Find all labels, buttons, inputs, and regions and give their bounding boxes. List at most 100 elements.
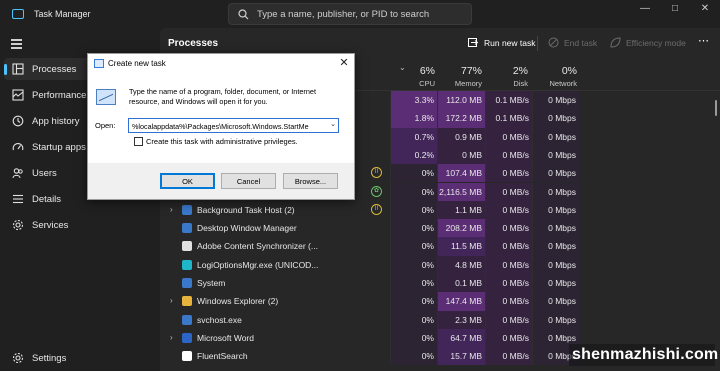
history-clock-icon xyxy=(12,115,24,127)
memory-cell: 0.9 MB xyxy=(437,127,485,146)
disk-cell: 0 MB/s xyxy=(485,347,532,366)
column-network[interactable]: 0% Network xyxy=(532,65,577,91)
expand-chevron-icon[interactable]: › xyxy=(170,333,173,342)
network-cell: 0 Mbps xyxy=(532,237,579,256)
process-icon xyxy=(182,241,192,252)
chevron-down-icon[interactable]: ⌄ xyxy=(330,120,336,128)
disk-cell: 0 MB/s xyxy=(485,237,532,256)
network-cell: 0 Mbps xyxy=(532,255,579,274)
network-cell: 0 Mbps xyxy=(532,310,579,329)
cpu-cell: 0% xyxy=(390,255,437,274)
process-icon xyxy=(182,314,192,325)
cpu-cell: 0% xyxy=(390,237,437,256)
disk-total: 2% xyxy=(512,65,528,77)
open-input[interactable] xyxy=(132,121,324,131)
process-icon xyxy=(182,351,192,362)
memory-header: Memory xyxy=(454,79,482,88)
process-icon xyxy=(182,223,192,234)
process-name: Windows Explorer (2) xyxy=(197,296,279,307)
maximize-button[interactable]: □ xyxy=(660,0,690,24)
table-row[interactable]: › Background Task Host (2) II 0% 1.1 MB 0 MB/… xyxy=(160,200,720,220)
process-icon xyxy=(182,296,192,307)
column-cpu[interactable]: 6% CPU xyxy=(390,65,435,91)
memory-cell: 172.2 MB xyxy=(437,109,485,128)
dialog-title-bar: Create new task ✕ xyxy=(88,54,354,74)
table-row[interactable]: Desktop Window Manager 0% 208.2 MB 0 MB/s 0 … xyxy=(160,219,720,238)
scrollbar-thumb[interactable] xyxy=(715,100,717,116)
suspended-status-icon: II xyxy=(371,167,382,179)
open-combobox[interactable]: ⌄ xyxy=(128,118,339,133)
dialog-title: Create new task xyxy=(108,59,166,68)
users-icon xyxy=(12,168,23,179)
memory-total: 77% xyxy=(460,65,482,77)
search-input[interactable] xyxy=(257,7,467,21)
disk-cell: 0 MB/s xyxy=(485,145,532,165)
sidebar-item-label: Processes xyxy=(32,64,77,75)
cpu-total: 6% xyxy=(419,65,435,77)
sidebar-item-settings[interactable]: Settings xyxy=(4,347,154,369)
disk-cell: 0 MB/s xyxy=(485,274,532,293)
sidebar-item-label: Settings xyxy=(32,353,67,364)
memory-cell: 0.1 MB xyxy=(437,274,485,293)
memory-cell: 1.1 MB xyxy=(437,200,485,220)
minimize-button[interactable]: — xyxy=(630,0,660,24)
end-task-icon xyxy=(548,37,559,48)
settings-gear-icon xyxy=(12,352,24,364)
sidebar-item-label: Performance xyxy=(32,90,87,101)
column-disk[interactable]: 2% Disk xyxy=(485,65,528,91)
disk-cell: 0 MB/s xyxy=(485,127,532,146)
search-box[interactable] xyxy=(228,3,472,25)
memory-cell: 208.2 MB xyxy=(437,219,485,238)
process-name: FluentSearch xyxy=(197,351,248,362)
watermark-text: shenmazhishi.com xyxy=(572,346,719,363)
close-button[interactable]: ✕ xyxy=(690,0,720,24)
details-list-icon xyxy=(13,194,23,204)
browse-button[interactable]: Browse... xyxy=(283,173,338,189)
sidebar-item-label: App history xyxy=(32,116,80,127)
run-new-task-label: Run new task xyxy=(484,38,536,48)
cpu-cell: 0% xyxy=(390,200,437,220)
dialog-description: Type the name of a program, folder, docu… xyxy=(129,87,316,106)
disk-cell: 0 MB/s xyxy=(485,200,532,220)
admin-privileges-checkbox[interactable] xyxy=(134,137,143,146)
expand-chevron-icon[interactable]: › xyxy=(170,296,173,305)
disk-cell: 0.1 MB/s xyxy=(485,91,532,110)
table-row[interactable]: LogiOptionsMgr.exe (UNICOD... 0% 4.8 MB 0 M… xyxy=(160,255,720,274)
admin-privileges-label[interactable]: Create this task with administrative pri… xyxy=(146,137,298,146)
memory-cell: 112.0 MB xyxy=(437,91,485,110)
dialog-close-button[interactable]: ✕ xyxy=(336,56,352,72)
cpu-cell: 0% xyxy=(390,274,437,293)
hamburger-menu-icon[interactable] xyxy=(11,39,22,51)
table-row[interactable]: › Windows Explorer (2) 0% 147.4 MB 0 MB/s 0 M… xyxy=(160,292,720,311)
speedometer-icon xyxy=(12,143,24,151)
sidebar-item-label: Startup apps xyxy=(32,142,86,153)
suspended-status-icon: II xyxy=(371,203,382,215)
dialog-body: Type the name of a program, folder, docu… xyxy=(88,74,354,163)
table-row[interactable]: svchost.exe 0% 2.3 MB 0 MB/s 0 Mbps xyxy=(160,310,720,329)
cpu-cell: 0% xyxy=(390,310,437,329)
table-row[interactable]: Adobe Content Synchronizer (... 0% 11.5 MB… xyxy=(160,237,720,256)
column-memory[interactable]: 77% Memory xyxy=(437,65,482,91)
cancel-button[interactable]: Cancel xyxy=(221,173,276,189)
run-task-icon xyxy=(468,38,479,47)
network-cell: 0 Mbps xyxy=(532,109,579,128)
more-options-icon[interactable]: ⋯ xyxy=(698,34,710,47)
network-cell: 0 Mbps xyxy=(532,292,579,311)
network-cell: 0 Mbps xyxy=(532,145,579,165)
ok-button[interactable]: OK xyxy=(160,173,215,189)
disk-cell: 0.1 MB/s xyxy=(485,109,532,128)
task-manager-icon xyxy=(12,9,24,19)
disk-cell: 0 MB/s xyxy=(485,292,532,311)
sidebar-item-services[interactable]: Services xyxy=(4,214,154,236)
page-title: Processes xyxy=(168,38,219,49)
table-row[interactable]: System 0% 0.1 MB 0 MB/s 0 Mbps xyxy=(160,274,720,293)
processes-grid-icon xyxy=(12,63,24,75)
run-program-icon xyxy=(96,89,116,105)
disk-cell: 0 MB/s xyxy=(485,255,532,274)
disk-cell: 0 MB/s xyxy=(485,164,532,183)
cpu-header: CPU xyxy=(419,79,435,88)
cpu-cell: 0% xyxy=(390,292,437,311)
cpu-cell: 1.8% xyxy=(390,109,437,128)
watermark: shenmazhishi.com xyxy=(569,344,719,366)
expand-chevron-icon[interactable]: › xyxy=(170,205,173,214)
